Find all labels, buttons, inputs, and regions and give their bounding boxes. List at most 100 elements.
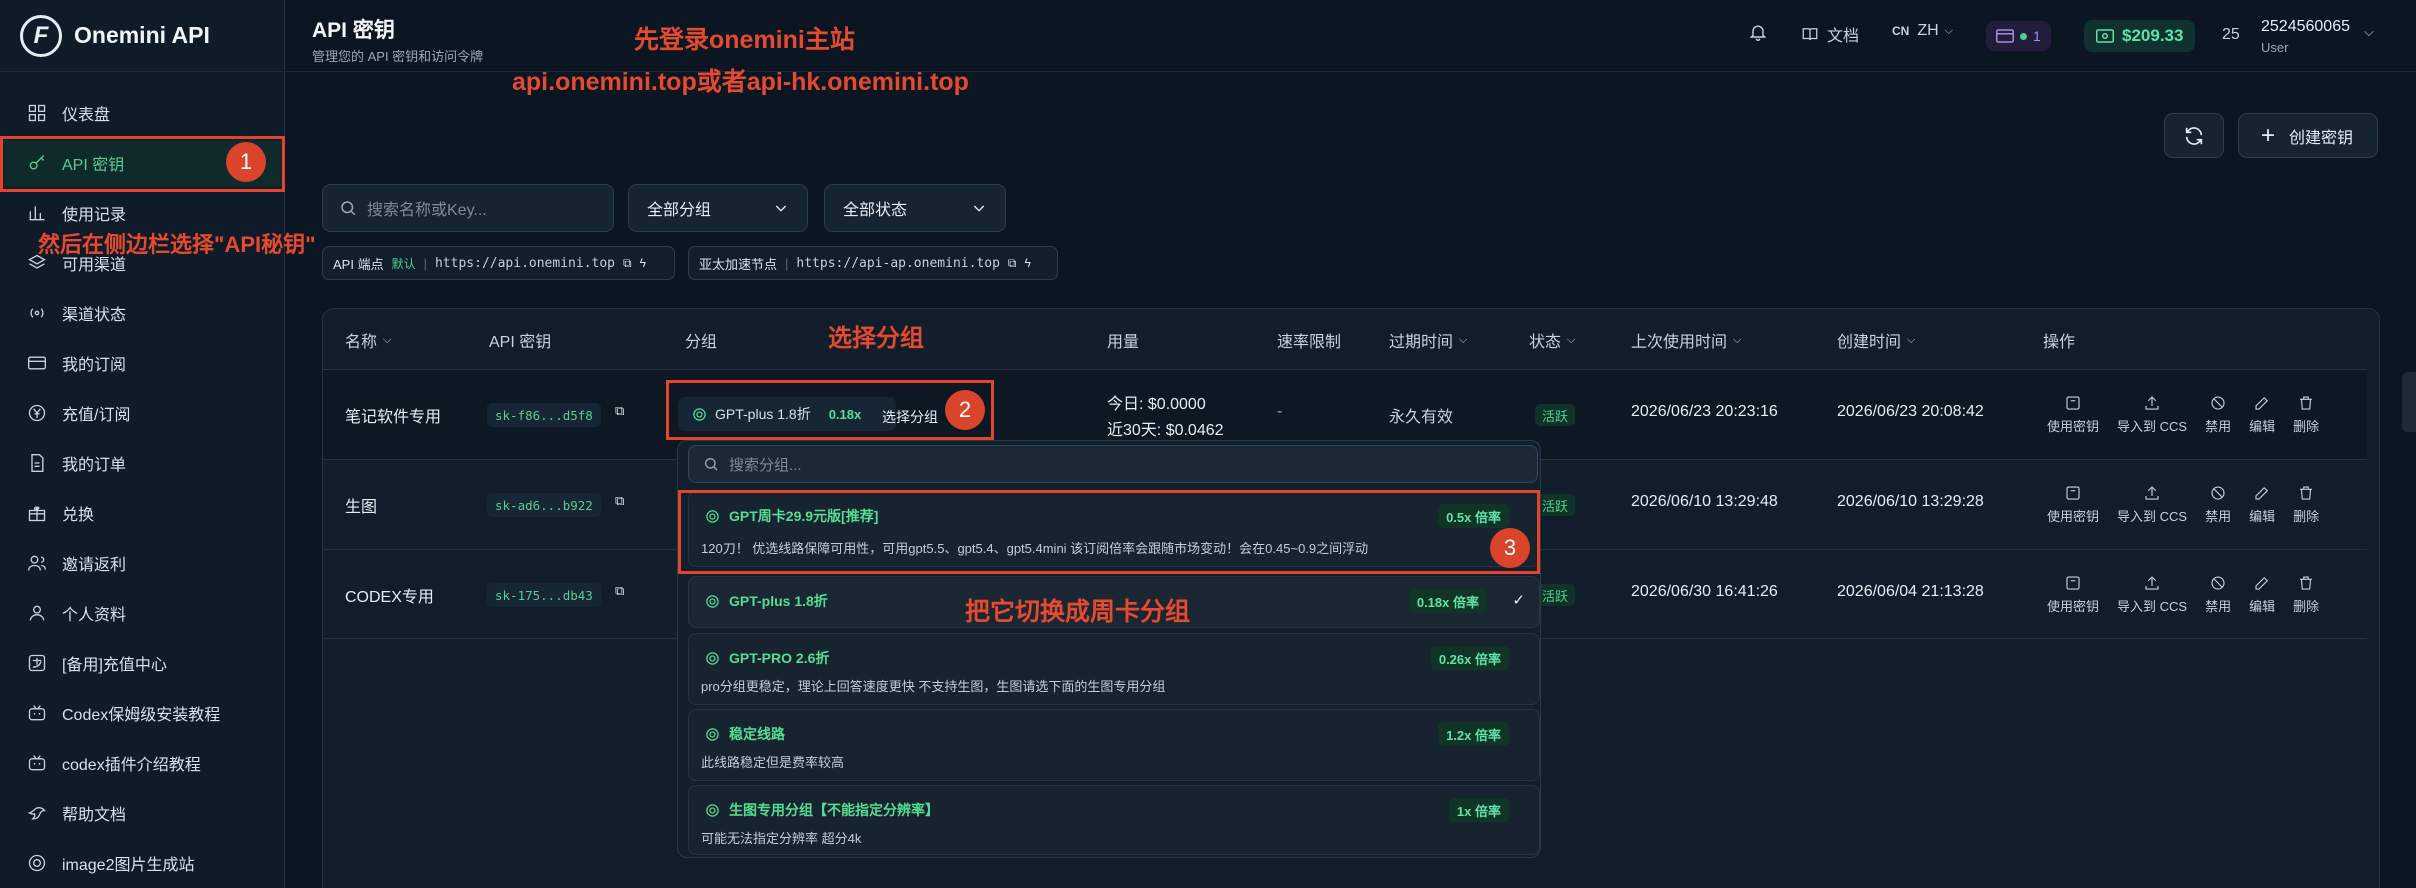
copy-icon[interactable]: ⧉	[623, 256, 632, 271]
sidebar-item[interactable]: [备用]充值中心	[0, 640, 284, 686]
row-action-label: 删除	[2293, 509, 2320, 524]
col-usage: 用量	[1107, 334, 1140, 351]
row-action-label: 编辑	[2249, 419, 2276, 434]
side-handle[interactable]	[2402, 372, 2416, 432]
row-action-button[interactable]: 使用密钥	[2047, 394, 2099, 435]
sidebar-item[interactable]: 充值/订阅	[0, 390, 284, 436]
row-action-button[interactable]: 删除	[2293, 574, 2319, 615]
row-action-label: 导入到 CCS	[2117, 419, 2188, 434]
user-id[interactable]: 2524560065	[2261, 18, 2350, 36]
row-action-button[interactable]: 导入到 CCS	[2117, 484, 2187, 525]
edit-icon	[2255, 396, 2269, 410]
notification-bell-icon[interactable]	[1748, 22, 1768, 42]
key-name: CODEX专用	[345, 589, 434, 606]
row-action-label: 编辑	[2249, 599, 2276, 614]
api-key-value: sk-ad6...b922	[487, 493, 601, 517]
sidebar-item[interactable]: codex插件介绍教程	[0, 740, 284, 786]
row-action-label: 删除	[2293, 599, 2320, 614]
row-action-button[interactable]: 编辑	[2249, 484, 2275, 525]
row-action-label: 禁用	[2205, 599, 2232, 614]
dashboard-icon	[26, 102, 48, 124]
api-key-value: sk-175...db43	[487, 583, 601, 607]
search-input[interactable]: 搜索名称或Key...	[322, 184, 614, 232]
row-actions: 使用密钥 导入到 CCS 禁用 编辑 删除	[2047, 484, 2337, 525]
row-action-label: 使用密钥	[2047, 509, 2100, 524]
col-status[interactable]: 状态 ⌵	[1529, 328, 1575, 352]
sidebar-item-label: 仪表盘	[62, 107, 111, 124]
copy-icon[interactable]: ⧉	[615, 583, 624, 599]
sidebar-item[interactable]: 个人资料	[0, 590, 284, 636]
group-filter-select[interactable]: 全部分组	[628, 184, 808, 232]
sidebar-item-label: 我的订阅	[62, 357, 127, 374]
row-action-label: 删除	[2293, 419, 2320, 434]
search-icon	[341, 201, 356, 216]
sidebar-item[interactable]: 帮助文档	[0, 790, 284, 836]
user-menu-chevron-icon[interactable]: ⌵	[2364, 24, 2374, 40]
sidebar-item[interactable]: 渠道状态	[0, 290, 284, 336]
copy-icon[interactable]: ⧉	[1008, 256, 1017, 271]
row-action-button[interactable]: 导入到 CCS	[2117, 394, 2187, 435]
sidebar-item[interactable]: 邀请返利	[0, 540, 284, 586]
status-badge: 活跃	[1535, 494, 1576, 516]
copy-icon[interactable]: ⧉	[615, 403, 624, 419]
col-created[interactable]: 创建时间 ⌵	[1837, 328, 1915, 352]
row-action-button[interactable]: 编辑	[2249, 394, 2275, 435]
col-expiry[interactable]: 过期时间 ⌵	[1389, 328, 1467, 352]
row-action-button[interactable]: 使用密钥	[2047, 574, 2099, 615]
row-action-button[interactable]: 禁用	[2205, 574, 2231, 615]
refresh-button[interactable]	[2164, 113, 2224, 158]
sidebar-item-label: 个人资料	[62, 607, 127, 624]
import-ccs-icon	[2145, 576, 2159, 590]
keys-pill[interactable]: 1	[1986, 21, 2051, 51]
sidebar-item[interactable]: 我的订阅	[0, 340, 284, 386]
sidebar-item[interactable]: 我的订单	[0, 440, 284, 486]
row-action-button[interactable]: 编辑	[2249, 574, 2275, 615]
last-used: 2026/06/10 13:29:48	[1631, 493, 1778, 510]
row-action-button[interactable]: 使用密钥	[2047, 484, 2099, 525]
key-name: 笔记软件专用	[345, 409, 442, 426]
create-key-button[interactable]: + 创建密钥	[2238, 113, 2378, 158]
edit-icon	[2255, 486, 2269, 500]
group-option[interactable]: 生图专用分组【不能指定分辨率】 1x 倍率 可能无法指定分辨率 超分4k	[688, 785, 1540, 855]
row-action-button[interactable]: 删除	[2293, 484, 2319, 525]
refresh-icon	[2185, 126, 2203, 145]
chevron-down-icon	[973, 205, 985, 212]
bilibili-icon	[26, 752, 48, 774]
disable-icon	[2211, 486, 2225, 500]
copy-icon[interactable]: ⧉	[615, 493, 624, 509]
sidebar-item[interactable]: image2图片生成站	[0, 840, 284, 886]
col-name[interactable]: 名称 ⌵	[345, 328, 391, 352]
row-action-button[interactable]: 禁用	[2205, 394, 2231, 435]
group-option[interactable]: GPT-PRO 2.6折 0.26x 倍率 pro分组更稳定，理论上回答速度更快…	[688, 633, 1540, 705]
group-option[interactable]: 稳定线路 1.2x 倍率 此线路稳定但是费率较高	[688, 709, 1540, 781]
option-name: 稳定线路	[729, 726, 785, 742]
disable-icon	[2211, 576, 2225, 590]
docs-link[interactable]: 文档	[1801, 22, 1859, 46]
row-action-button[interactable]: 删除	[2293, 394, 2319, 435]
plus-icon: +	[2261, 121, 2276, 149]
created-at: 2026/06/23 20:08:42	[1837, 403, 1984, 420]
row-action-label: 编辑	[2249, 509, 2276, 524]
sidebar-item[interactable]: 仪表盘	[0, 90, 284, 136]
row-action-button[interactable]: 导入到 CCS	[2117, 574, 2187, 615]
sidebar-item-label: 渠道状态	[62, 307, 127, 324]
sidebar-item[interactable]: 兑换	[0, 490, 284, 536]
test-icon[interactable]: ϟ	[640, 256, 646, 270]
row-action-button[interactable]: 禁用	[2205, 484, 2231, 525]
option-desc: 此线路稳定但是费率较高	[701, 755, 845, 770]
user-icon	[26, 602, 48, 624]
status-filter-select[interactable]: 全部状态	[824, 184, 1006, 232]
option-name: 生图专用分组【不能指定分辨率】	[729, 802, 939, 818]
col-last-used[interactable]: 上次使用时间 ⌵	[1631, 328, 1741, 352]
search-icon	[705, 458, 718, 471]
brand[interactable]: F Onemini API	[0, 0, 284, 72]
sidebar-item-label: 我的订单	[62, 457, 127, 474]
balance-pill[interactable]: $209.33	[2084, 20, 2196, 52]
user-count: 25	[2222, 26, 2240, 43]
signal-icon	[26, 302, 48, 324]
sidebar-item[interactable]: Codex保姆级安装教程	[0, 690, 284, 736]
group-search-input[interactable]: 搜索分组...	[688, 445, 1538, 483]
test-icon[interactable]: ϟ	[1024, 256, 1030, 270]
sort-icon: ⌵	[1567, 333, 1576, 346]
language-switcher[interactable]: CN ZH ⌵	[1892, 22, 1953, 40]
